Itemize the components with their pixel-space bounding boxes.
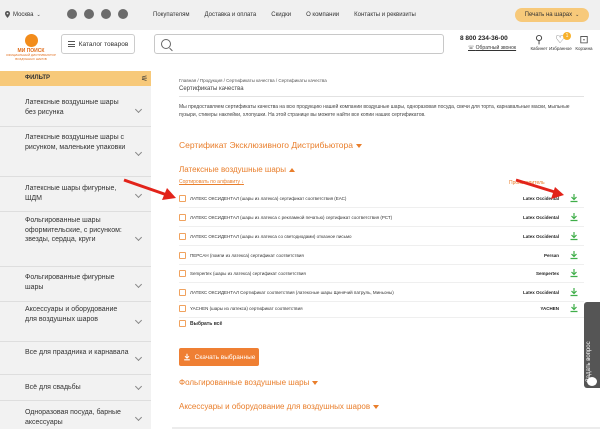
ask-question-tab[interactable]: Задать вопрос xyxy=(584,302,600,388)
chat-bubble-icon[interactable] xyxy=(587,377,597,386)
annotation-layer xyxy=(123,178,564,200)
ask-question-label: Задать вопрос xyxy=(586,341,592,382)
red-arrow-left xyxy=(123,178,176,200)
red-arrow-right xyxy=(515,178,564,199)
